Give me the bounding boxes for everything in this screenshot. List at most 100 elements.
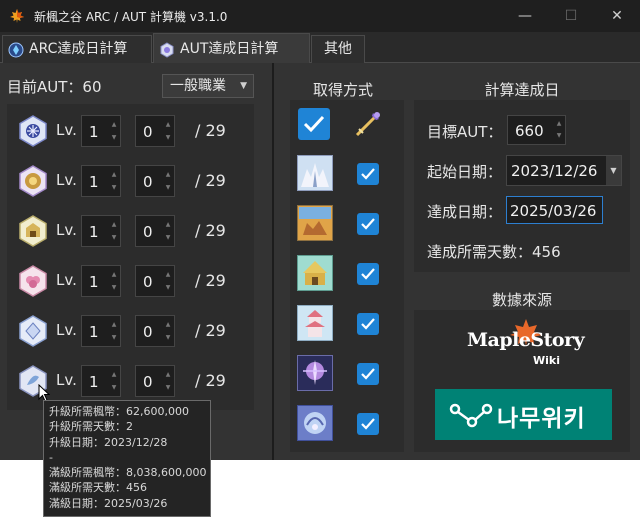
source-checkbox[interactable] xyxy=(357,263,379,285)
checkmark-icon xyxy=(361,368,375,380)
start-date-value: 2023/12/26 xyxy=(511,162,598,180)
spin-arrows-icon[interactable]: ▲ ▼ xyxy=(164,218,172,244)
spin-arrows-icon[interactable]: ▲ ▼ xyxy=(164,118,172,144)
level-value: 1 xyxy=(89,173,99,191)
namuwiki-logo-text: 나무위키 xyxy=(497,406,586,432)
level-spinbox[interactable]: 1 ▲ ▼ xyxy=(81,315,121,347)
tooltip-line: 升級所需天數：2 xyxy=(49,420,133,434)
window-title: 新楓之谷 ARC / AUT 計算機 v3.1.0 xyxy=(34,10,228,24)
close-button[interactable]: ✕ xyxy=(594,0,640,32)
level-spinbox[interactable]: 1 ▲ ▼ xyxy=(81,265,121,297)
maple-leaf-icon xyxy=(10,9,24,23)
spin-arrows-icon[interactable]: ▲ ▼ xyxy=(164,318,172,344)
tab-other[interactable]: 其他 xyxy=(311,35,365,63)
end-date-value: 2025/03/26 xyxy=(510,202,597,220)
tooltip-line: - xyxy=(49,450,53,464)
exp-spinbox[interactable]: 0 ▲ ▼ xyxy=(135,115,175,147)
level-value: 1 xyxy=(89,123,99,141)
end-date-field[interactable]: 2025/03/26 xyxy=(506,196,603,224)
target-aut-spinbox[interactable]: 660 ▲ ▼ xyxy=(507,115,566,145)
max-exp-label: / 29 xyxy=(195,221,226,240)
wiki-logo-text: Wiki xyxy=(533,354,560,367)
tooltip-line: 升級所需楓幣：62,600,000 xyxy=(49,405,189,418)
tooltip-line: 滿級所需天數：456 xyxy=(49,481,147,495)
exp-spinbox[interactable]: 0 ▲ ▼ xyxy=(135,265,175,297)
title-bar: 新楓之谷 ARC / AUT 計算機 v3.1.0 — ☐ ✕ xyxy=(0,0,640,32)
panel-divider xyxy=(272,63,274,460)
spin-arrows-icon[interactable]: ▲ ▼ xyxy=(164,168,172,194)
exp-spinbox[interactable]: 0 ▲ ▼ xyxy=(135,365,175,397)
tab-label: AUT達成日計算 xyxy=(180,41,279,57)
maximize-button[interactable]: ☐ xyxy=(548,0,594,32)
spin-arrows-icon[interactable]: ▲ ▼ xyxy=(164,368,172,394)
level-spinbox[interactable]: 1 ▲ ▼ xyxy=(81,115,121,147)
source-checkbox[interactable] xyxy=(357,413,379,435)
exp-value: 0 xyxy=(143,173,153,191)
shangri-la-symbol-icon xyxy=(19,265,47,297)
spin-arrows-icon[interactable]: ▲ ▼ xyxy=(164,268,172,294)
checkmark-icon xyxy=(361,168,375,180)
level-label: Lv. xyxy=(56,321,77,339)
spin-arrows-icon[interactable]: ▲ ▼ xyxy=(110,368,118,394)
spin-arrows-icon[interactable]: ▲ ▼ xyxy=(110,218,118,244)
exp-value: 0 xyxy=(143,323,153,341)
symbol-row: Lv. 1 ▲ ▼ 0 ▲ ▼ / 29 xyxy=(7,114,254,148)
spin-arrows-icon[interactable]: ▲ ▼ xyxy=(110,318,118,344)
source-checkbox[interactable] xyxy=(357,313,379,335)
exp-spinbox[interactable]: 0 ▲ ▼ xyxy=(135,215,175,247)
spin-arrows-icon[interactable]: ▲ ▼ xyxy=(555,118,563,143)
hotel-arcus-symbol-icon xyxy=(19,165,47,197)
spin-arrows-icon[interactable]: ▲ ▼ xyxy=(110,118,118,144)
shangri-la-map-icon xyxy=(297,305,333,341)
cernium-map-icon xyxy=(297,155,333,191)
spin-arrows-icon[interactable]: ▲ ▼ xyxy=(110,168,118,194)
tooltip-line: 滿級所需楓幣：8,038,600,000 xyxy=(49,466,207,480)
max-exp-label: / 29 xyxy=(195,371,226,390)
start-date-picker[interactable]: 2023/12/26 ▼ xyxy=(506,155,622,186)
tab-arc-calc[interactable]: ARC達成日計算 xyxy=(2,35,152,63)
job-type-select[interactable]: 一般職業 ▼ xyxy=(162,74,254,98)
level-value: 1 xyxy=(89,323,99,341)
spin-arrows-icon[interactable]: ▲ ▼ xyxy=(110,268,118,294)
tooltip-line: 滿級日期：2025/03/26 xyxy=(49,496,168,510)
arteria-symbol-icon xyxy=(19,315,47,347)
symbol-list-panel: Lv. 1 ▲ ▼ 0 ▲ ▼ / 29 Lv. 1 ▲ ▼ 0 ▲ ▼ / 29 Lv. 1 ▲… xyxy=(7,104,254,410)
tab-bar: ARC達成日計算 AUT達成日計算 其他 xyxy=(0,32,640,64)
exp-spinbox[interactable]: 0 ▲ ▼ xyxy=(135,315,175,347)
tab-label: 其他 xyxy=(324,41,352,57)
checkmark-icon xyxy=(361,418,375,430)
level-label: Lv. xyxy=(56,171,77,189)
level-spinbox[interactable]: 1 ▲ ▼ xyxy=(81,165,121,197)
target-aut-label: 目標AUT： xyxy=(427,123,503,141)
max-exp-label: / 29 xyxy=(195,321,226,340)
level-label: Lv. xyxy=(56,371,77,389)
exp-value: 0 xyxy=(143,373,153,391)
exp-spinbox[interactable]: 0 ▲ ▼ xyxy=(135,165,175,197)
max-exp-label: / 29 xyxy=(195,271,226,290)
job-type-value: 一般職業 xyxy=(170,78,226,94)
data-source-title: 數據來源 xyxy=(491,291,552,309)
tab-label: ARC達成日計算 xyxy=(29,41,128,57)
source-checkbox[interactable] xyxy=(357,363,379,385)
end-date-label: 達成日期： xyxy=(427,203,503,221)
namuwiki-link[interactable]: 나무위키 xyxy=(435,389,612,440)
current-aut-label: 目前AUT：60 xyxy=(7,78,102,96)
checkmark-icon xyxy=(361,318,375,330)
chevron-down-icon[interactable]: ▼ xyxy=(606,156,621,185)
minimize-button[interactable]: — xyxy=(502,0,548,32)
source-checkbox[interactable] xyxy=(357,163,379,185)
maplestory-wiki-link[interactable]: MapleStory Wiki xyxy=(462,317,586,373)
symbol-row: Lv. 1 ▲ ▼ 0 ▲ ▼ / 29 xyxy=(7,264,254,298)
sources-title: 取得方式 xyxy=(312,81,373,99)
max-exp-label: / 29 xyxy=(195,121,226,140)
checkmark-icon xyxy=(303,115,325,133)
source-checkbox[interactable] xyxy=(357,213,379,235)
tab-aut-calc[interactable]: AUT達成日計算 xyxy=(153,33,310,64)
level-label: Lv. xyxy=(56,121,77,139)
level-spinbox[interactable]: 1 ▲ ▼ xyxy=(81,365,121,397)
level-spinbox[interactable]: 1 ▲ ▼ xyxy=(81,215,121,247)
checkmark-icon xyxy=(361,218,375,230)
target-aut-value: 660 xyxy=(515,122,544,140)
select-all-checkbox[interactable] xyxy=(298,108,330,140)
exp-value: 0 xyxy=(143,123,153,141)
